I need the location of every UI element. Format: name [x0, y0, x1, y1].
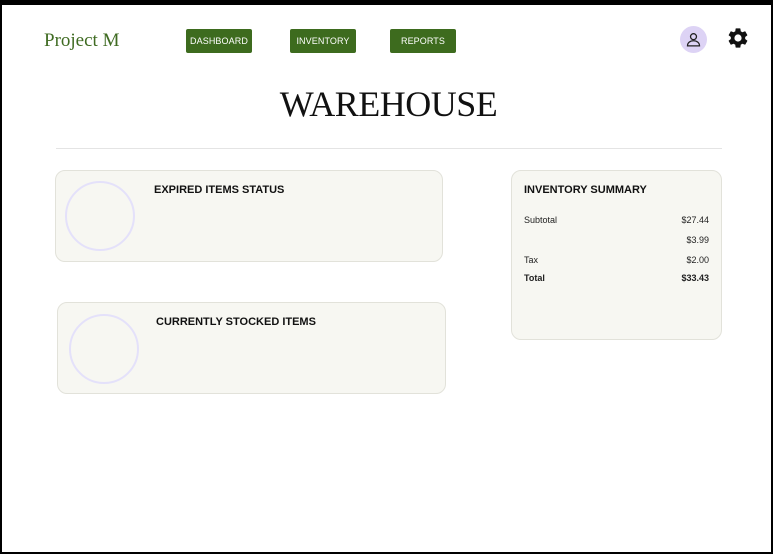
- summary-label: Tax: [524, 255, 539, 265]
- inventory-summary-title: INVENTORY SUMMARY: [524, 184, 647, 196]
- summary-value: $3.99: [686, 235, 709, 245]
- nav-reports-button[interactable]: REPORTS: [390, 29, 456, 53]
- expired-items-title: EXPIRED ITEMS STATUS: [154, 184, 285, 196]
- inventory-summary-card: INVENTORY SUMMARY Subtotal $27.44 $3.99 …: [511, 170, 722, 340]
- app-window: Project M DASHBOARD INVENTORY REPORTS WA…: [0, 0, 773, 554]
- profile-avatar[interactable]: [680, 26, 707, 53]
- stocked-items-card[interactable]: CURRENTLY STOCKED ITEMS: [57, 302, 446, 394]
- stocked-items-chart-placeholder: [69, 314, 139, 384]
- summary-row-total: Total $33.43: [524, 273, 709, 283]
- summary-value: $27.44: [681, 215, 709, 225]
- brand-logo[interactable]: Project M: [44, 30, 119, 52]
- page-title: WAREHOUSE: [279, 84, 498, 124]
- expired-items-card[interactable]: EXPIRED ITEMS STATUS: [55, 170, 443, 262]
- summary-row-fee: $3.99: [524, 235, 709, 245]
- expired-items-chart-placeholder: [65, 181, 135, 251]
- summary-value: $2.00: [686, 255, 709, 265]
- header-divider: [56, 148, 722, 149]
- gear-icon[interactable]: [726, 26, 750, 50]
- summary-row-tax: Tax $2.00: [524, 255, 709, 265]
- nav-dashboard-button[interactable]: DASHBOARD: [186, 29, 252, 53]
- stocked-items-title: CURRENTLY STOCKED ITEMS: [156, 316, 316, 328]
- user-icon: [686, 33, 701, 47]
- summary-label: Total: [524, 273, 545, 283]
- nav-inventory-button[interactable]: INVENTORY: [290, 29, 356, 53]
- summary-value: $33.43: [681, 273, 709, 283]
- summary-label: Subtotal: [524, 215, 558, 225]
- summary-row-subtotal: Subtotal $27.44: [524, 215, 709, 225]
